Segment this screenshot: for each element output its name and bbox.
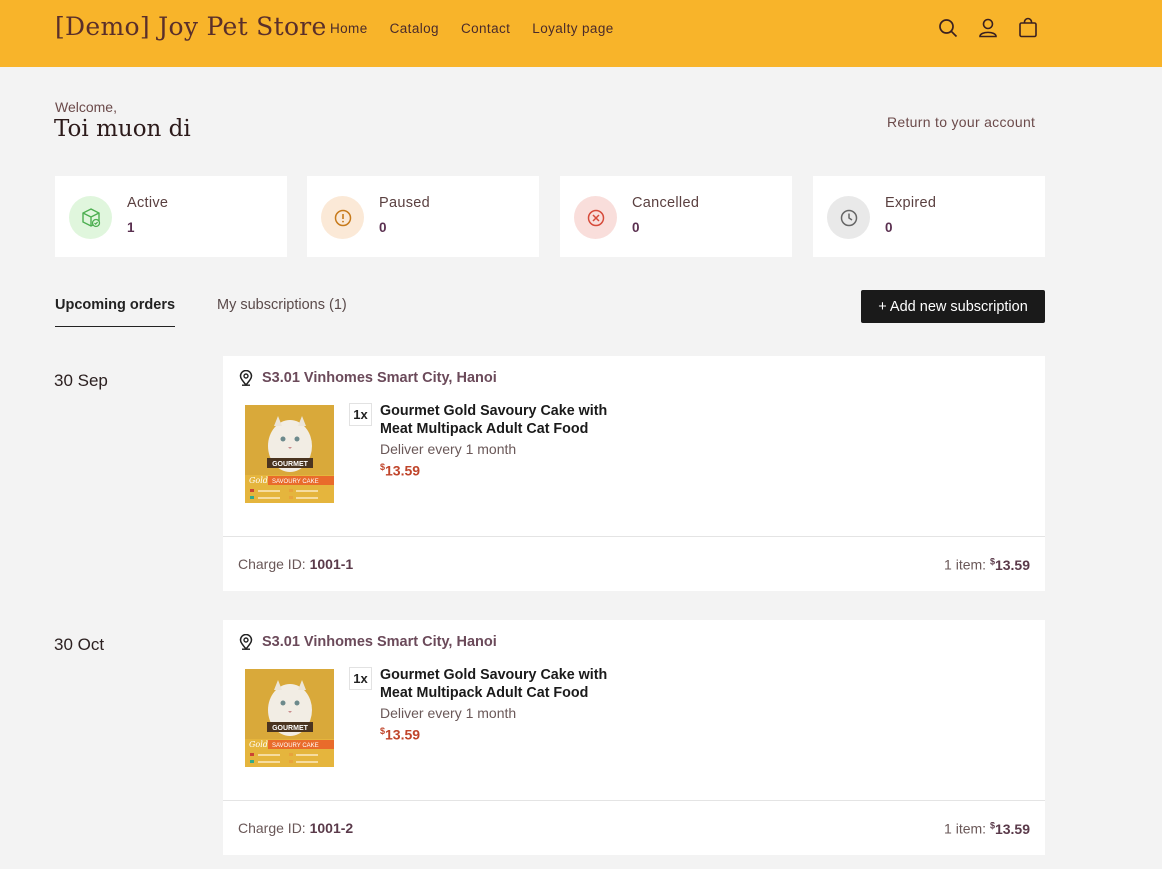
card-divider (223, 800, 1045, 801)
delivery-address: S3.01 Vinhomes Smart City, Hanoi (239, 634, 497, 650)
package-brand: GOURMET (272, 461, 309, 468)
address-text: S3.01 Vinhomes Smart City, Hanoi (262, 370, 497, 386)
alert-icon (321, 196, 364, 239)
clock-icon (827, 196, 870, 239)
stat-label: Cancelled (632, 195, 700, 211)
tab-upcoming-orders[interactable]: Upcoming orders (55, 297, 176, 327)
delivery-address: S3.01 Vinhomes Smart City, Hanoi (239, 370, 497, 386)
stat-count: 1 (127, 220, 135, 235)
location-pin-icon (239, 370, 253, 386)
order-card: S3.01 Vinhomes Smart City, Hanoi GOURMET… (223, 356, 1045, 591)
nav-contact[interactable]: Contact (461, 21, 510, 36)
charge-id: Charge ID: 1001-1 (238, 556, 354, 572)
welcome-text: Welcome, (55, 99, 117, 115)
package-variant: SAVOURY CAKE (272, 743, 319, 749)
add-subscription-button[interactable]: + Add new subscription (861, 290, 1045, 323)
order-total: 1 item: $13.59 (944, 556, 1030, 573)
stat-card-active: Active 1 (55, 176, 287, 257)
package-variant: SAVOURY CAKE (272, 479, 319, 485)
delivery-frequency: Deliver every 1 month (380, 705, 517, 721)
address-text: S3.01 Vinhomes Smart City, Hanoi (262, 634, 497, 650)
stat-count: 0 (632, 220, 640, 235)
location-pin-icon (239, 634, 253, 650)
quantity-badge: 1x (349, 403, 372, 426)
product-name[interactable]: Gourmet Gold Savoury Cake with Meat Mult… (380, 402, 640, 438)
stat-label: Expired (885, 195, 937, 211)
cart-icon[interactable] (1018, 17, 1038, 39)
product-image[interactable]: GOURMET Gold SAVOURY CAKE (244, 668, 336, 769)
search-icon[interactable] (938, 17, 958, 39)
site-header: [Demo] Joy Pet Store Home Catalog Contac… (0, 0, 1162, 67)
stat-label: Active (127, 195, 169, 211)
x-circle-icon (574, 196, 617, 239)
store-logo[interactable]: [Demo] Joy Pet Store (55, 12, 327, 41)
nav-catalog[interactable]: Catalog (390, 21, 439, 36)
quantity-badge: 1x (349, 667, 372, 690)
package-line: Gold (249, 476, 268, 485)
order-card: S3.01 Vinhomes Smart City, Hanoi GOURMET… (223, 620, 1045, 855)
product-image[interactable]: GOURMET Gold SAVOURY CAKE (244, 404, 336, 505)
package-icon (69, 196, 112, 239)
product-name[interactable]: Gourmet Gold Savoury Cake with Meat Mult… (380, 666, 640, 702)
nav-home[interactable]: Home (330, 21, 368, 36)
stat-count: 0 (379, 220, 387, 235)
nav-loyalty[interactable]: Loyalty page (532, 21, 613, 36)
order-date: 30 Sep (54, 371, 108, 390)
customer-name: Toi muon di (54, 116, 191, 142)
stat-count: 0 (885, 220, 893, 235)
product-price: $13.59 (380, 462, 421, 479)
header-icons (938, 17, 1038, 39)
account-icon[interactable] (978, 17, 998, 39)
stat-card-paused: Paused 0 (307, 176, 539, 257)
main-nav: Home Catalog Contact Loyalty page (330, 21, 614, 36)
order-total: 1 item: $13.59 (944, 820, 1030, 837)
card-divider (223, 536, 1045, 537)
stat-card-expired: Expired 0 (813, 176, 1045, 257)
return-to-account-link[interactable]: Return to your account (887, 114, 1035, 130)
stat-card-cancelled: Cancelled 0 (560, 176, 792, 257)
stat-label: Paused (379, 195, 430, 211)
package-brand: GOURMET (272, 725, 309, 732)
delivery-frequency: Deliver every 1 month (380, 441, 517, 457)
tab-my-subscriptions[interactable]: My subscriptions (1) (217, 297, 347, 313)
charge-id: Charge ID: 1001-2 (238, 820, 354, 836)
product-price: $13.59 (380, 726, 421, 743)
package-line: Gold (249, 740, 268, 749)
order-date: 30 Oct (54, 635, 105, 654)
